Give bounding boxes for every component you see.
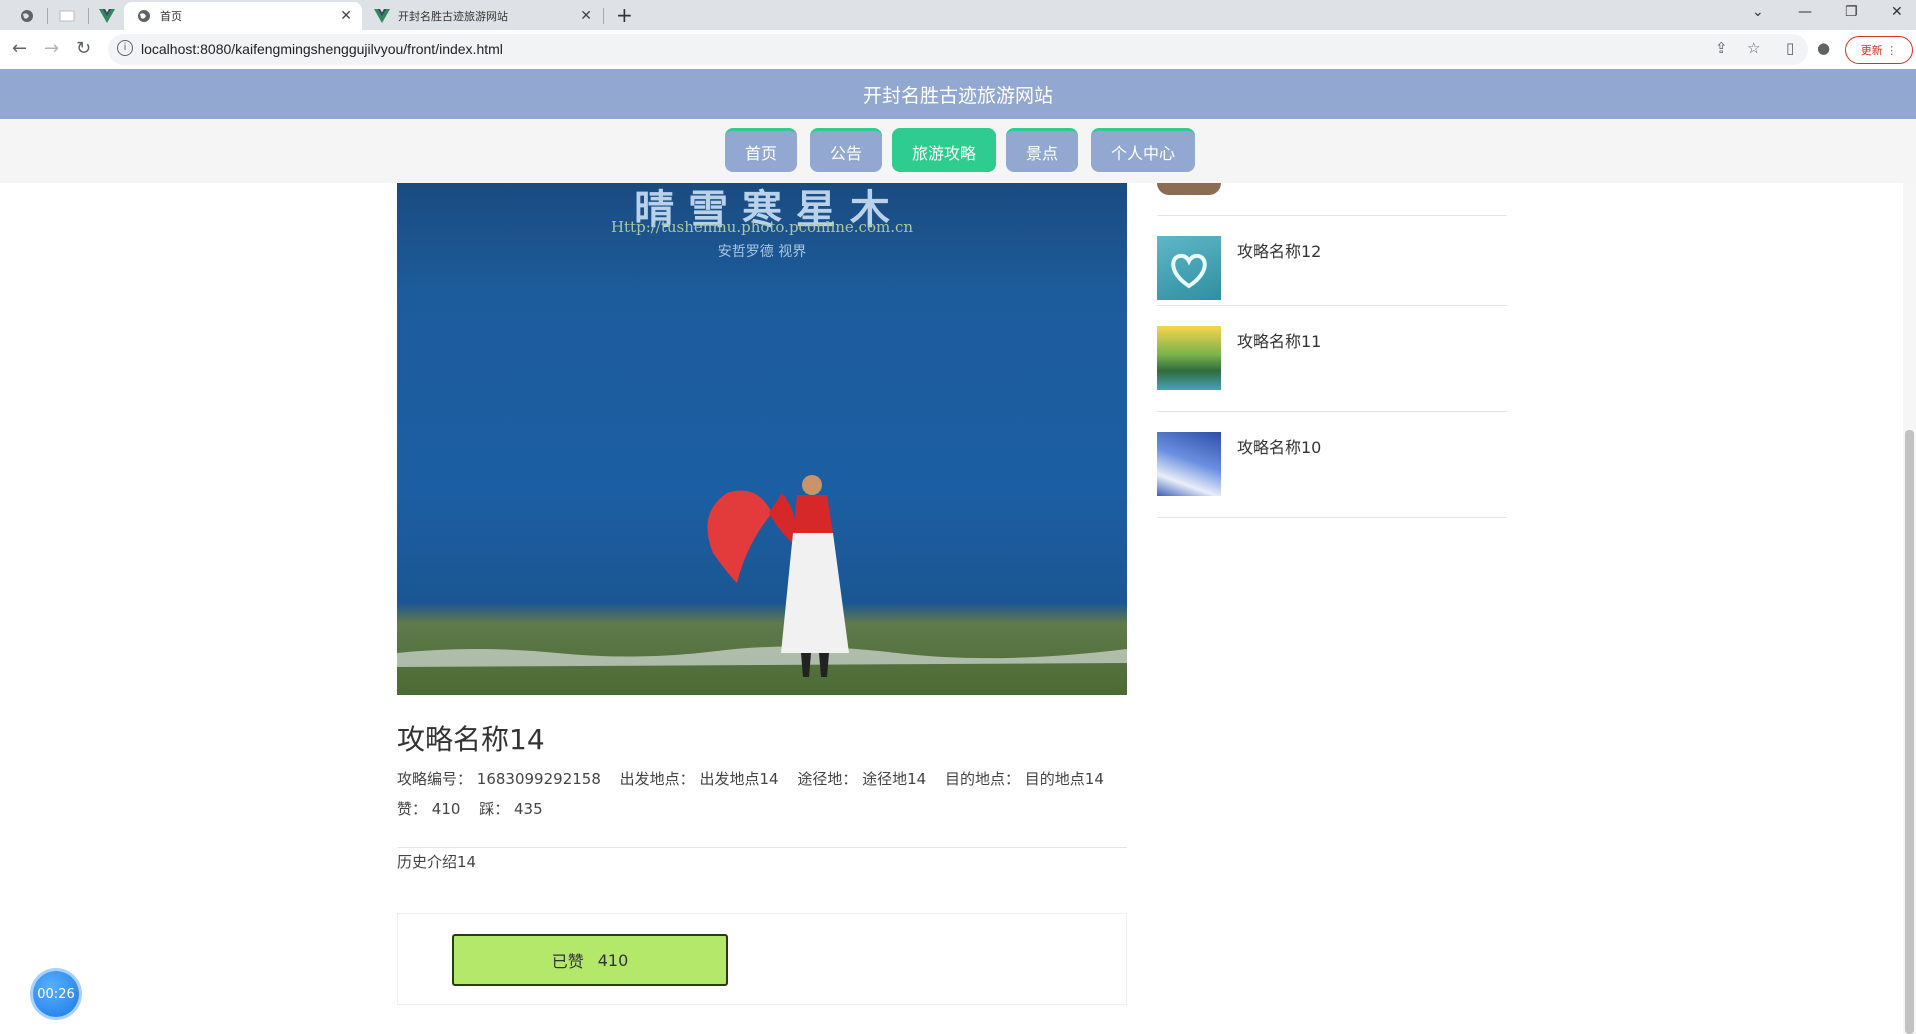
globe-icon xyxy=(136,8,152,24)
sidepanel-icon[interactable]: ▯ xyxy=(1786,39,1794,57)
nav-travel-guide[interactable]: 旅游攻略 xyxy=(892,128,996,172)
address-bar: ← → ↻ i localhost:8080/kaifengmingshengg… xyxy=(0,30,1916,70)
dancer-illustration xyxy=(397,475,1127,677)
sidebar-item-title[interactable]: 攻略名称12 xyxy=(1237,238,1321,262)
vue-icon xyxy=(374,8,390,24)
reload-icon[interactable]: ↻ xyxy=(76,38,91,59)
sidebar-item-partial[interactable] xyxy=(1157,183,1507,216)
nav-home[interactable]: 首页 xyxy=(725,128,797,172)
tab-search-icon[interactable]: ⌄ xyxy=(1752,4,1764,20)
divider xyxy=(397,847,1127,848)
scrollbar-thumb[interactable] xyxy=(1905,430,1914,1034)
meta-dislikes: 踩： 435 xyxy=(479,800,543,818)
article-intro: 历史介绍14 xyxy=(397,853,477,871)
recording-timer[interactable]: 00:26 xyxy=(33,971,79,1017)
tab-vue-icon[interactable] xyxy=(94,5,120,27)
sidebar-thumb xyxy=(1157,183,1221,195)
meta-likes: 赞： 410 xyxy=(397,800,461,818)
sidebar-item-title[interactable]: 攻略名称11 xyxy=(1237,328,1321,352)
nav-notice[interactable]: 公告 xyxy=(810,128,882,172)
restore-icon[interactable]: ❐ xyxy=(1845,4,1858,20)
meta-via: 途径地： 途径地14 xyxy=(797,770,927,788)
liked-count: 410 xyxy=(597,950,629,970)
article-title: 攻略名称14 xyxy=(397,723,545,756)
tab-home[interactable]: 首页 ✕ xyxy=(124,2,362,30)
sidebar-item-guide-10[interactable]: 攻略名称10 xyxy=(1157,412,1507,518)
close-tab-icon[interactable]: ✕ xyxy=(340,8,352,24)
article-meta-line-1: 攻略编号： 1683099292158 出发地点： 出发地点14 途径地： 途径… xyxy=(397,768,1118,789)
site-nav: 首页 公告 旅游攻略 景点 个人中心 xyxy=(0,119,1916,183)
site-title: 开封名胜古迹旅游网站 xyxy=(862,84,1053,107)
star-icon[interactable]: ☆ xyxy=(1747,39,1760,57)
forward-icon[interactable]: → xyxy=(44,38,59,59)
sidebar-thumb xyxy=(1157,432,1221,496)
sidebar-item-title[interactable]: 攻略名称10 xyxy=(1237,434,1321,458)
article-meta-line-2: 赞： 410 踩： 435 xyxy=(397,798,557,819)
profile-icon[interactable]: ● xyxy=(1817,39,1830,57)
sidebar-thumb xyxy=(1157,326,1221,390)
update-button[interactable]: 更新 ⋮ xyxy=(1845,36,1913,64)
sidebar-thumb xyxy=(1157,236,1221,300)
url-text[interactable]: localhost:8080/kaifengmingshenggujilvyou… xyxy=(141,41,503,57)
meta-start: 出发地点： 出发地点14 xyxy=(619,770,779,788)
browser-tab-bar: 首页 ✕ 开封名胜古迹旅游网站 ✕ + ⌄ — ❐ ✕ xyxy=(0,0,1916,30)
like-panel: 已赞 410 xyxy=(397,913,1127,1005)
nav-attractions[interactable]: 景点 xyxy=(1006,128,1078,172)
share-icon[interactable]: ⇪ xyxy=(1715,39,1728,57)
tab-globe-icon[interactable] xyxy=(14,5,40,27)
tab-blank-icon[interactable] xyxy=(54,5,80,27)
tab-site[interactable]: 开封名胜古迹旅游网站 ✕ xyxy=(362,2,602,30)
minimize-icon[interactable]: — xyxy=(1798,4,1812,20)
nav-personal-center[interactable]: 个人中心 xyxy=(1091,128,1195,172)
article-image: 晴 雪 寒 星 木 Http://tushenmu.photo.pconline… xyxy=(397,183,1127,695)
sidebar-item-guide-11[interactable]: 攻略名称11 xyxy=(1157,306,1507,412)
new-tab-icon[interactable]: + xyxy=(616,3,633,27)
back-icon[interactable]: ← xyxy=(12,38,27,59)
meta-destination: 目的地点： 目的地点14 xyxy=(945,770,1104,788)
meta-id: 攻略编号： 1683099292158 xyxy=(397,770,601,788)
tab-title: 首页 xyxy=(160,10,182,23)
info-icon[interactable]: i xyxy=(117,40,133,56)
close-tab-icon[interactable]: ✕ xyxy=(580,8,592,24)
site-header: 开封名胜古迹旅游网站 xyxy=(0,69,1916,119)
liked-label: 已赞 xyxy=(551,952,584,971)
sidebar-item-guide-12[interactable]: 攻略名称12 xyxy=(1157,216,1507,306)
close-window-icon[interactable]: ✕ xyxy=(1891,4,1903,20)
liked-button[interactable]: 已赞 410 xyxy=(452,934,728,986)
tab-title: 开封名胜古迹旅游网站 xyxy=(398,10,508,23)
